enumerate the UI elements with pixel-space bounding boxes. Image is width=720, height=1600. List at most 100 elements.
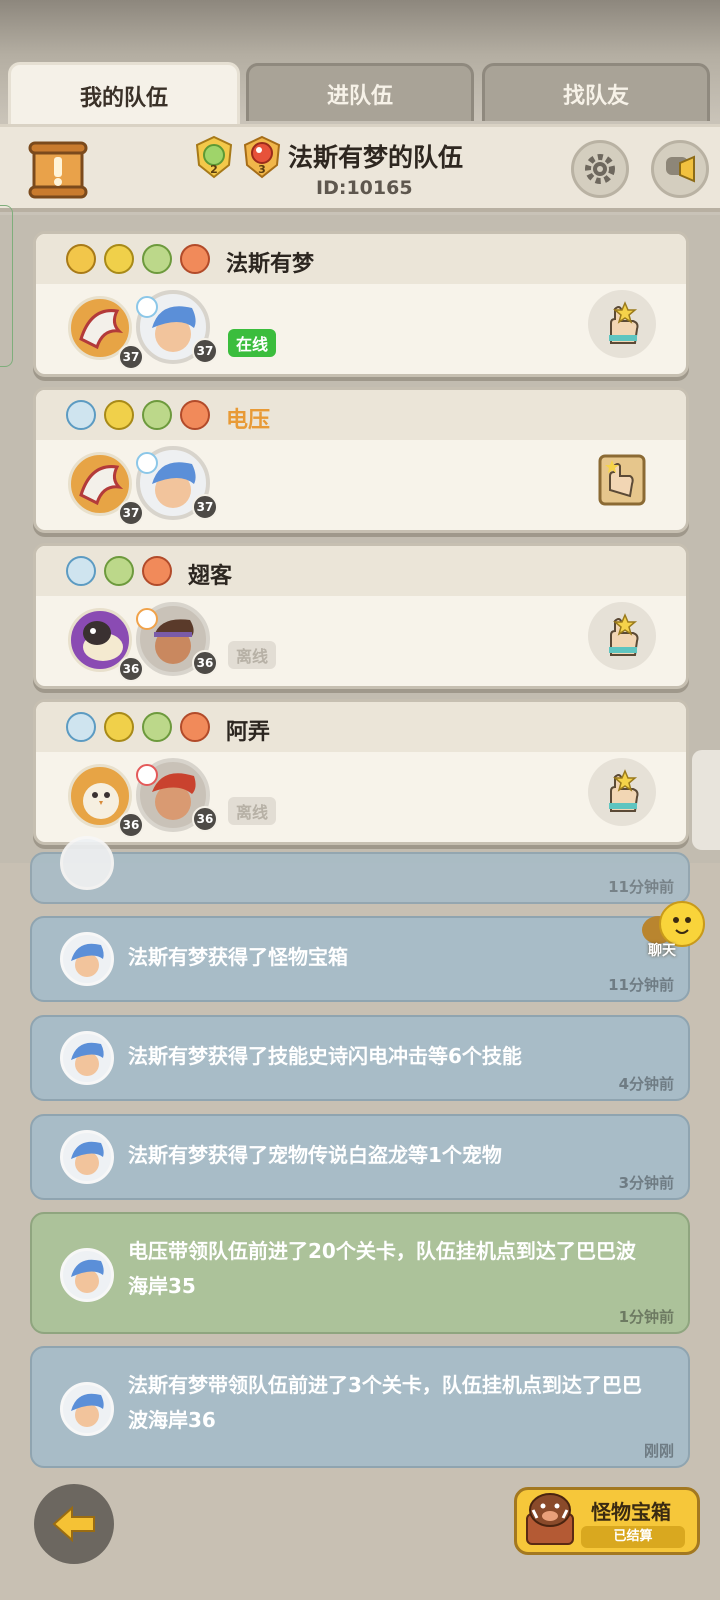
hero-portrait-icon xyxy=(71,1042,104,1076)
member-card[interactable]: 法斯有梦 37 37 在线 xyxy=(33,231,689,377)
chest-title: 怪物宝箱 xyxy=(591,1500,671,1524)
pet-level: 36 xyxy=(118,656,144,682)
hero-portrait-icon xyxy=(71,1259,104,1293)
hero-avatar xyxy=(60,1031,114,1085)
hero-avatar xyxy=(60,932,114,986)
badge-level: 2 xyxy=(210,163,218,176)
hero-portrait-icon xyxy=(71,1141,104,1175)
team-rank-badge: 2 xyxy=(194,135,234,183)
message-time: 4分钟前 xyxy=(618,1075,674,1093)
tab-find-teammate[interactable]: 找队友 xyxy=(482,63,710,121)
pet-level: 36 xyxy=(118,812,144,838)
class-icon xyxy=(136,452,158,474)
boar-chest-icon xyxy=(526,1493,574,1545)
action-button[interactable] xyxy=(588,290,656,358)
log-message: 法斯有梦获得了怪物宝箱 11分钟前 xyxy=(30,916,690,1002)
badge-level: 3 xyxy=(258,163,266,176)
member-badges xyxy=(66,400,210,430)
member-name: 电压 xyxy=(226,408,271,433)
speech-horn-icon xyxy=(666,155,695,183)
member-badges xyxy=(66,712,210,742)
message-text: 法斯有梦获得了怪物宝箱 xyxy=(128,945,348,969)
status-badge: 在线 xyxy=(228,329,277,357)
monster-chest-button[interactable]: 怪物宝箱 已结算 xyxy=(514,1487,700,1555)
log-message: 电压带领队伍前进了20个关卡，队伍挂机点到达了巴巴波海岸35 1分钟前 xyxy=(30,1212,690,1334)
face-badge-icon xyxy=(104,400,134,430)
pet-level: 37 xyxy=(118,500,144,526)
member-name: 阿弄 xyxy=(226,720,271,745)
class-icon xyxy=(136,296,158,318)
mushroom-badge-icon xyxy=(142,556,172,586)
message-time: 刚刚 xyxy=(643,1442,674,1460)
log-message: 法斯有梦获得了技能史诗闪电冲击等6个技能 4分钟前 xyxy=(30,1015,690,1101)
hand-star-icon xyxy=(609,301,639,344)
message-time: 1分钟前 xyxy=(618,1308,674,1326)
message-text: 法斯有梦获得了宠物传说白盗龙等1个宠物 xyxy=(128,1143,502,1167)
tab-my-team[interactable]: 我的队伍 xyxy=(8,62,240,126)
log-message: 11分钟前 xyxy=(30,836,690,904)
log-message: 法斯有梦带领队伍前进了3个关卡，队伍挂机点到达了巴巴波海岸36 刚刚 xyxy=(30,1346,690,1468)
hero-avatar xyxy=(60,1382,114,1436)
log-message: 法斯有梦获得了宠物传说白盗龙等1个宠物 3分钟前 xyxy=(30,1114,690,1200)
status-badge: 离线 xyxy=(228,797,277,825)
hero-avatar xyxy=(60,1130,114,1184)
back-button[interactable] xyxy=(34,1484,114,1564)
message-text: 法斯有梦获得了技能史诗闪电冲击等6个技能 xyxy=(128,1044,522,1068)
status-badge: 离线 xyxy=(228,641,277,669)
pet-level: 37 xyxy=(118,344,144,370)
action-button[interactable] xyxy=(588,758,656,826)
mushroom-badge-icon xyxy=(180,400,210,430)
notice-scroll-button[interactable] xyxy=(28,139,88,201)
class-icon xyxy=(136,764,158,786)
hand-star-icon xyxy=(609,769,639,812)
team-rank-badge: 3 xyxy=(242,135,282,183)
hand-star-icon xyxy=(609,613,639,656)
member-name: 法斯有梦 xyxy=(226,252,315,277)
message-time: 3分钟前 xyxy=(618,1174,674,1192)
hero-avatar xyxy=(60,1248,114,1302)
tab-label: 进队伍 xyxy=(326,83,393,109)
hero-portrait-icon xyxy=(71,943,104,977)
hero-level: 36 xyxy=(192,806,218,832)
book-badge-icon xyxy=(104,556,134,586)
face-badge-icon xyxy=(104,712,134,742)
side-pull-tab[interactable] xyxy=(692,750,720,850)
chest-status: 已结算 xyxy=(581,1526,685,1548)
hero-level: 37 xyxy=(192,494,218,520)
gear-icon xyxy=(585,154,615,184)
team-chat-button[interactable] xyxy=(651,140,709,198)
settings-button[interactable] xyxy=(571,140,629,198)
card-swap-icon xyxy=(598,454,646,506)
side-edge xyxy=(0,205,13,367)
scroll-alert-icon xyxy=(28,141,88,199)
book-badge-icon xyxy=(142,400,172,430)
member-card[interactable]: 电压 37 37 xyxy=(33,387,689,533)
hero-level: 37 xyxy=(192,338,218,364)
hero-level: 36 xyxy=(192,650,218,676)
shield-badge-icon xyxy=(66,244,96,274)
shield-badge-icon xyxy=(66,556,96,586)
member-name: 翅客 xyxy=(188,564,233,589)
face-badge-icon xyxy=(104,244,134,274)
tab-join-team[interactable]: 进队伍 xyxy=(246,63,474,121)
message-text: 电压带领队伍前进了20个关卡，队伍挂机点到达了巴巴波海岸35 xyxy=(128,1239,636,1298)
member-card[interactable]: 翅客 36 36 离线 xyxy=(33,543,689,689)
mushroom-badge-icon xyxy=(180,244,210,274)
member-card[interactable]: 阿弄 36 36 离线 xyxy=(33,699,689,845)
message-text: 法斯有梦带领队伍前进了3个关卡，队伍挂机点到达了巴巴波海岸36 xyxy=(128,1373,642,1432)
hero-avatar xyxy=(60,836,114,890)
book-badge-icon xyxy=(142,244,172,274)
member-badges xyxy=(66,556,172,586)
book-badge-icon xyxy=(142,712,172,742)
hero-portrait-icon xyxy=(71,1393,104,1427)
tab-label: 我的队伍 xyxy=(79,85,168,111)
action-button[interactable] xyxy=(588,446,656,514)
back-arrow-icon xyxy=(52,1505,95,1543)
member-badges xyxy=(66,244,210,274)
action-button[interactable] xyxy=(588,602,656,670)
message-time: 11分钟前 xyxy=(608,878,674,896)
team-id: ID:10165 xyxy=(316,177,413,199)
team-title: 法斯有梦的队伍 xyxy=(288,143,464,172)
shield-badge-icon xyxy=(66,400,96,430)
shield-badge-icon xyxy=(66,712,96,742)
